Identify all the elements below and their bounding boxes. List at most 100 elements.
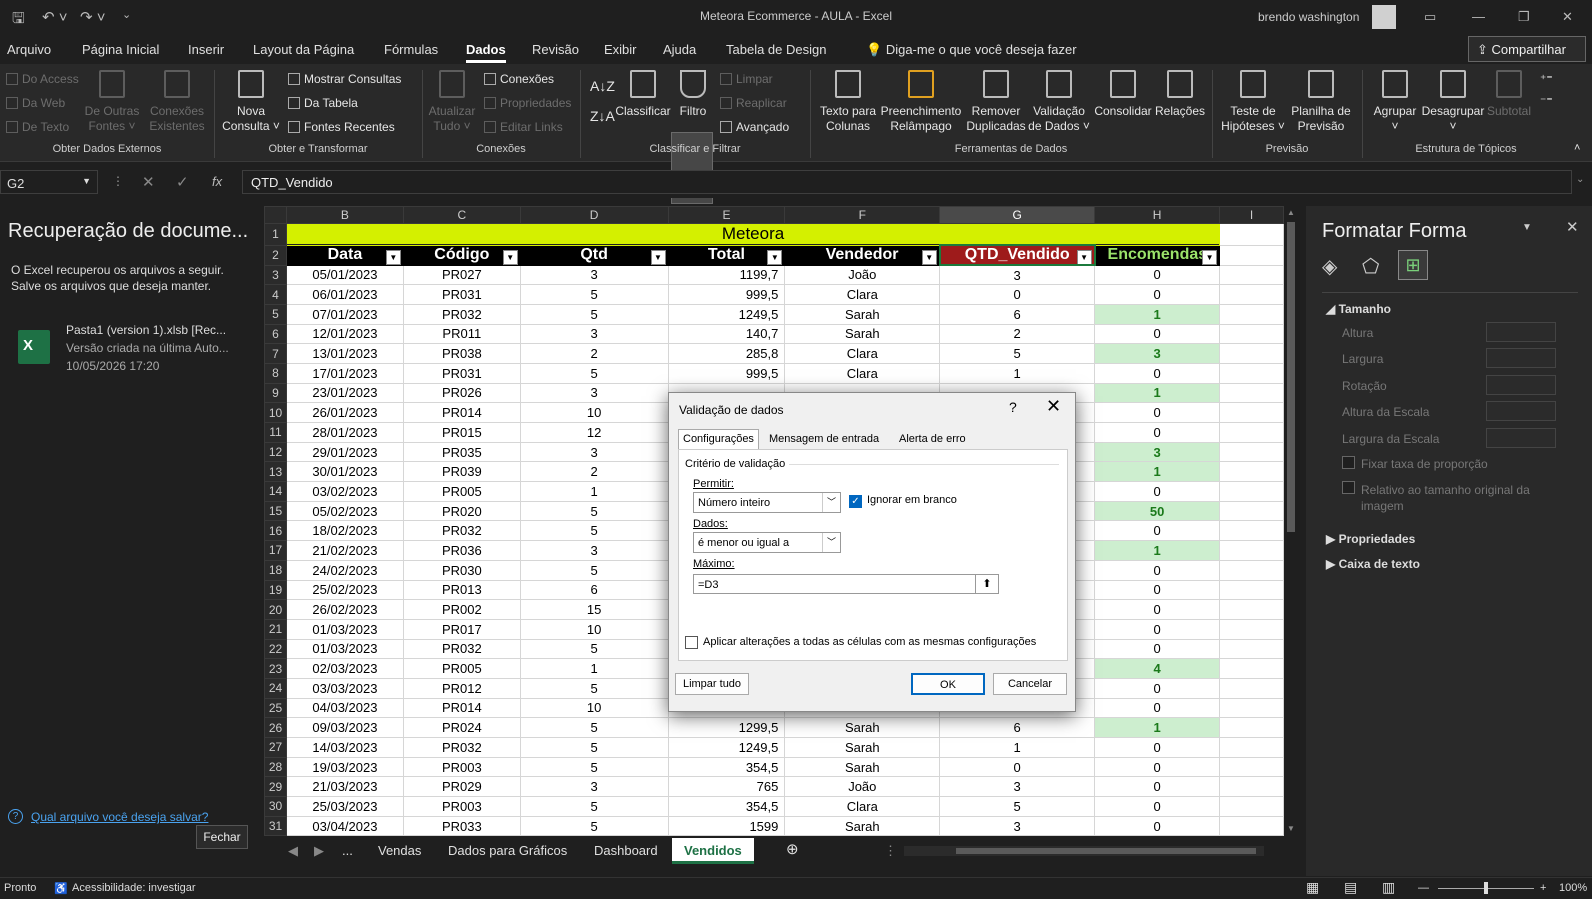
tabs-options-icon[interactable]: ⋮ [884, 843, 897, 859]
properties-button[interactable]: Propriedades [484, 96, 571, 110]
cell[interactable]: 3 [519, 776, 669, 798]
cell[interactable]: PR024 [402, 717, 521, 738]
cell[interactable]: 5 [519, 638, 669, 660]
cell[interactable]: 12 [519, 422, 669, 443]
filter-dropdown-icon[interactable]: ▼ [650, 249, 666, 264]
cell[interactable]: PR035 [402, 441, 521, 463]
cell[interactable]: 3 [519, 264, 669, 286]
share-button[interactable]: ⇪ Compartilhar [1468, 36, 1586, 62]
row-header[interactable]: 25 [264, 697, 287, 719]
cell[interactable]: 1299,5 [667, 717, 786, 738]
row-header[interactable]: 29 [264, 776, 287, 798]
from-text-button[interactable]: De Texto [6, 120, 69, 134]
cell[interactable]: PR026 [402, 382, 521, 404]
cell[interactable]: 285,8 [667, 343, 786, 364]
advanced-filter-button[interactable]: Avançado [720, 120, 789, 134]
next-sheet-icon[interactable]: ▶ [314, 843, 324, 859]
cell[interactable]: 0 [1094, 284, 1221, 305]
cell[interactable]: 3 [519, 382, 669, 404]
cancel-entry-icon[interactable]: ✕ [142, 173, 155, 191]
cell[interactable]: PR013 [402, 579, 521, 601]
zoom-out-icon[interactable]: — [1418, 882, 1429, 894]
cell[interactable]: 0 [1094, 362, 1221, 384]
row-header[interactable]: 8 [264, 362, 287, 384]
cell[interactable]: 10 [519, 618, 669, 640]
cell[interactable]: 3 [519, 540, 669, 561]
row-header[interactable]: 3 [264, 264, 287, 286]
vertical-scrollbar[interactable]: ▲ ▼ [1284, 206, 1298, 836]
ignore-blank-checkbox[interactable]: ✓ [849, 495, 862, 508]
cell[interactable] [1219, 422, 1284, 443]
cell[interactable]: PR039 [402, 461, 521, 483]
cell[interactable]: 0 [1094, 638, 1221, 660]
from-access-button[interactable]: Do Access [6, 72, 79, 86]
cell[interactable]: 1249,5 [667, 303, 786, 325]
reapply-button[interactable]: Reaplicar [720, 96, 787, 110]
cell[interactable]: 24/02/2023 [285, 559, 404, 581]
cell[interactable]: Sarah [784, 717, 941, 738]
cell[interactable] [1219, 520, 1284, 542]
menu-dados[interactable]: Dados [466, 42, 506, 63]
row-header[interactable]: 1 [264, 223, 287, 246]
cell[interactable] [1219, 223, 1284, 246]
menu-revisao[interactable]: Revisão [532, 42, 579, 57]
cell[interactable]: PR036 [402, 540, 521, 561]
insert-function-icon[interactable]: fx [212, 174, 222, 189]
cell[interactable] [1219, 284, 1284, 305]
row-header[interactable]: 4 [264, 284, 287, 305]
cell[interactable] [1219, 737, 1284, 758]
cell[interactable] [1219, 756, 1284, 778]
header-data[interactable]: Data ▼ [285, 244, 404, 266]
close-pane-icon[interactable]: ✕ [1566, 218, 1579, 236]
cell[interactable]: 1 [939, 737, 1096, 758]
cell[interactable]: 0 [1094, 737, 1221, 758]
consolidate-button[interactable]: Consolidar [1090, 70, 1156, 119]
menu-layout[interactable]: Layout da Página [253, 42, 354, 57]
row-header[interactable]: 16 [264, 520, 287, 542]
cell[interactable]: 01/03/2023 [285, 638, 404, 660]
cell[interactable]: 05/01/2023 [285, 264, 404, 286]
cell[interactable]: 10 [519, 697, 669, 719]
cell[interactable]: 3 [939, 776, 1096, 798]
cell[interactable]: Sarah [784, 323, 941, 345]
cell[interactable]: 26/01/2023 [285, 402, 404, 423]
cell[interactable]: PR014 [402, 697, 521, 719]
cell[interactable]: 0 [939, 756, 1096, 778]
cell[interactable]: PR032 [402, 520, 521, 542]
row-header[interactable]: 12 [264, 441, 287, 463]
cell[interactable]: 6 [519, 579, 669, 601]
cell[interactable] [1219, 717, 1284, 738]
data-operator-select[interactable]: é menor ou igual a ﹀ [693, 532, 841, 553]
cell[interactable]: 0 [1094, 323, 1221, 345]
cell[interactable]: João [784, 264, 941, 286]
size-section-header[interactable]: ◢ Tamanho [1326, 302, 1391, 316]
cell[interactable]: PR002 [402, 599, 521, 620]
cell[interactable]: PR012 [402, 677, 521, 699]
scroll-down-icon[interactable]: ▼ [1287, 824, 1295, 833]
cell[interactable]: 5 [519, 815, 669, 836]
cell[interactable]: 0 [1094, 559, 1221, 581]
cell[interactable]: 5 [939, 796, 1096, 817]
row-header[interactable]: 17 [264, 540, 287, 561]
cell[interactable] [1219, 362, 1284, 384]
clear-all-button[interactable]: Limpar tudo [675, 673, 749, 695]
cell[interactable]: 765 [667, 776, 786, 798]
cell[interactable]: 1 [519, 658, 669, 679]
cell[interactable]: 04/03/2023 [285, 697, 404, 719]
filter-dropdown-icon[interactable]: ▼ [921, 249, 937, 264]
cell[interactable]: PR027 [402, 264, 521, 286]
cell[interactable]: 1 [519, 481, 669, 502]
cell[interactable]: 3 [939, 264, 1096, 286]
horizontal-scroll-thumb[interactable] [956, 848, 1256, 854]
cell[interactable]: PR029 [402, 776, 521, 798]
cell[interactable]: PR038 [402, 343, 521, 364]
menu-tabela-design[interactable]: Tabela de Design [726, 42, 826, 57]
cell[interactable]: Clara [784, 343, 941, 364]
row-header[interactable]: 2 [264, 244, 287, 266]
scale-width-input[interactable] [1486, 428, 1556, 448]
cell[interactable]: 03/02/2023 [285, 481, 404, 502]
tell-me-search[interactable]: 💡 Diga-me o que você deseja fazer [866, 42, 1077, 58]
confirm-entry-icon[interactable]: ✓ [176, 173, 189, 191]
cell[interactable]: Sarah [784, 303, 941, 325]
menu-inserir[interactable]: Inserir [188, 42, 224, 57]
